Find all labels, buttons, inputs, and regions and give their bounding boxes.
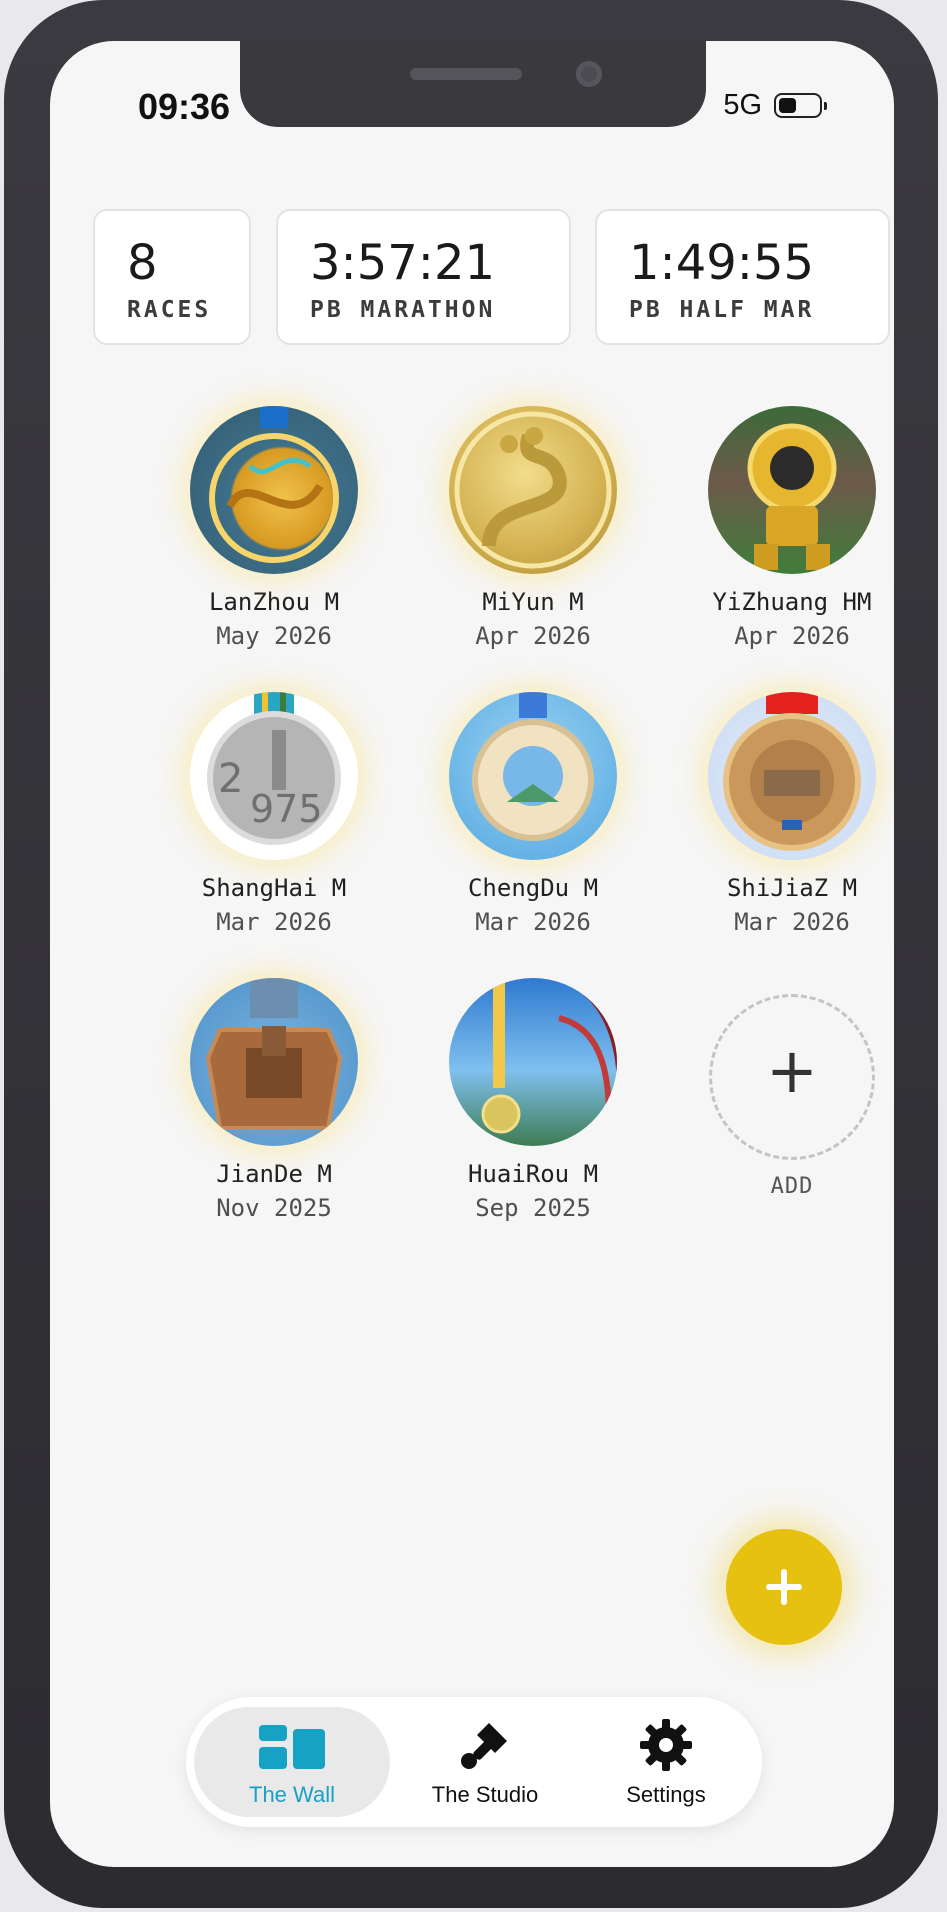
medal-image (190, 978, 358, 1146)
stat-value: 8 (127, 235, 158, 291)
bottom-tab-bar: The Wall The Studio Settings (186, 1697, 762, 1827)
medal-tile[interactable]: 2 975 ShangHai M Mar 2026 (164, 692, 384, 936)
battery-icon (774, 93, 827, 118)
speaker-grille (410, 68, 522, 80)
medal-name: LanZhou M (208, 588, 340, 616)
stat-value: 1:49:55 (629, 235, 815, 291)
tab-the-wall[interactable]: The Wall (194, 1707, 390, 1817)
stat-pb-half-card: 1:49:55 PB HALF MAR (595, 209, 890, 345)
medal-image (708, 692, 876, 860)
medal-image (190, 406, 358, 574)
medal-image: 2 975 (190, 692, 358, 860)
medal-date: Sep 2025 (475, 1194, 591, 1222)
medal-tile[interactable]: HuaiRou M Sep 2025 (423, 978, 643, 1222)
medal-tile[interactable]: LanZhou M May 2026 (164, 406, 384, 650)
stat-label: RACES (127, 297, 212, 323)
status-time: 09:36 (138, 86, 231, 127)
medal-name: ShiJiaZ M (726, 874, 858, 902)
plus-icon (766, 1569, 802, 1605)
tab-label: The Wall (249, 1782, 335, 1807)
svg-text:2: 2 (218, 756, 243, 802)
stat-races-card: 8 RACES (93, 209, 251, 345)
stat-label: PB MARATHON (310, 297, 496, 323)
medal-image (708, 406, 876, 574)
medal-date: May 2026 (216, 622, 332, 650)
medal-name: YiZhuang HM (712, 588, 872, 616)
app-screen: 09:36 5G 8 RACES 3:57:21 PB MARATHON 1:4… (50, 41, 894, 1867)
medal-tile[interactable]: YiZhuang HM Apr 2026 (682, 406, 894, 650)
medal-tile[interactable]: MiYun M Apr 2026 (423, 406, 643, 650)
medal-date: Mar 2026 (475, 908, 591, 936)
tab-label: The Studio (431, 1782, 539, 1807)
medal-image (449, 978, 617, 1146)
stat-value: 3:57:21 (310, 235, 496, 291)
medal-image (449, 406, 617, 574)
add-medal-button[interactable]: + (709, 994, 875, 1160)
plus-icon: + (766, 1034, 818, 1107)
gear-icon (640, 1719, 692, 1771)
add-fab-button[interactable] (726, 1529, 842, 1645)
stat-pb-marathon-card: 3:57:21 PB MARATHON (276, 209, 571, 345)
medal-image (449, 692, 617, 860)
medal-name: MiYun M (482, 588, 584, 616)
add-medal-tile[interactable]: + ADD (682, 994, 894, 1199)
front-camera (576, 61, 602, 87)
tab-the-studio[interactable]: The Studio (400, 1707, 570, 1817)
medal-name: JianDe M (216, 1160, 332, 1188)
status-indicators: 5G (723, 89, 827, 122)
network-label: 5G (723, 89, 762, 121)
medal-name: ChengDu M (467, 874, 599, 902)
add-label: ADD (770, 1174, 814, 1199)
medal-tile[interactable]: ShiJiaZ M Mar 2026 (682, 692, 894, 936)
tab-label: Settings (626, 1782, 706, 1807)
brush-icon (461, 1723, 507, 1769)
medal-name: HuaiRou M (467, 1160, 599, 1188)
medal-name: ShangHai M (201, 874, 347, 902)
svg-text:975: 975 (250, 787, 323, 831)
notch (240, 41, 706, 127)
medal-date: Nov 2025 (216, 1194, 332, 1222)
phone-frame: 09:36 5G 8 RACES 3:57:21 PB MARATHON 1:4… (4, 0, 938, 1908)
medal-date: Apr 2026 (475, 622, 591, 650)
medal-tile[interactable]: ChengDu M Mar 2026 (423, 692, 643, 936)
medal-date: Apr 2026 (734, 622, 850, 650)
stat-label: PB HALF MAR (629, 297, 815, 323)
tab-settings[interactable]: Settings (582, 1707, 750, 1817)
medal-tile[interactable]: JianDe M Nov 2025 (164, 978, 384, 1222)
medal-date: Mar 2026 (734, 908, 850, 936)
wall-icon (259, 1725, 325, 1769)
medal-date: Mar 2026 (216, 908, 332, 936)
